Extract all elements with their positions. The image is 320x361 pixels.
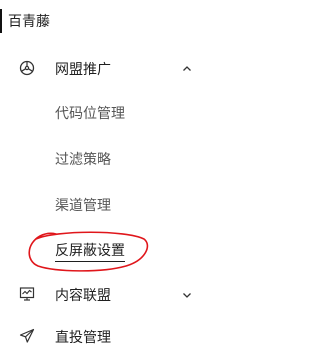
submenu-network-promotion: 代码位管理 过滤策略 渠道管理 反屏蔽设置: [0, 90, 223, 274]
sidebar-item-label: 渠道管理: [55, 198, 111, 214]
sidebar-item-label: 反屏蔽设置: [55, 240, 125, 262]
sidebar-item-anti-block-settings[interactable]: 反屏蔽设置: [0, 228, 223, 274]
sidebar-item-code-slot-management[interactable]: 代码位管理: [0, 90, 223, 136]
app-name: 百青藤: [8, 14, 50, 30]
network-icon: [19, 60, 35, 76]
menu-group-direct-placement[interactable]: 直投管理: [0, 316, 223, 358]
sidebar-item-label: 过滤策略: [55, 152, 111, 168]
menu-group-network-promotion[interactable]: 网盟推广: [0, 48, 223, 90]
app-title: 百青藤: [0, 6, 50, 36]
sidebar-menu: 网盟推广 代码位管理 过滤策略 渠道管理 反屏蔽设置 内容联盟 直投管理: [0, 48, 223, 358]
title-accent-bar: [0, 9, 2, 33]
menu-group-content-alliance[interactable]: 内容联盟: [0, 274, 223, 316]
chevron-up-icon[interactable]: [180, 62, 194, 76]
menu-group-label: 内容联盟: [55, 288, 111, 304]
send-icon: [19, 328, 35, 344]
monitor-chart-icon: [19, 286, 35, 302]
menu-group-label: 网盟推广: [55, 62, 111, 78]
chevron-down-icon[interactable]: [180, 288, 194, 302]
sidebar-item-filter-strategy[interactable]: 过滤策略: [0, 136, 223, 182]
sidebar-item-label: 代码位管理: [55, 106, 125, 122]
menu-group-label: 直投管理: [55, 330, 111, 346]
sidebar-item-channel-management[interactable]: 渠道管理: [0, 182, 223, 228]
